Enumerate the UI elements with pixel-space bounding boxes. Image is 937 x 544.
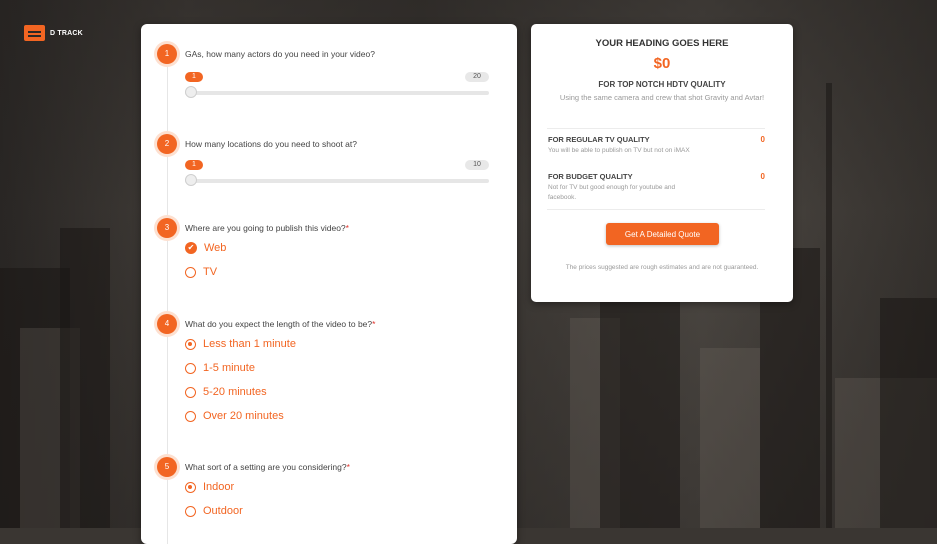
question-title: What sort of a setting are you consideri… — [185, 462, 350, 472]
option-label: Web — [204, 242, 227, 254]
slider-max-label: 20 — [465, 72, 489, 82]
radio-icon — [185, 362, 196, 374]
radio-selected-icon — [185, 481, 196, 493]
option-label: Indoor — [203, 481, 235, 493]
radio-icon — [185, 266, 196, 278]
option-outdoor[interactable]: Outdoor — [185, 505, 243, 517]
slider-handle[interactable] — [185, 86, 197, 98]
question-5: 5 What sort of a setting are you conside… — [157, 457, 493, 539]
option-web[interactable]: ✔ Web — [185, 242, 226, 254]
tier-description: Not for TV but good enough for youtube a… — [548, 184, 676, 201]
question-number: 5 — [157, 457, 177, 477]
option-label: TV — [203, 266, 218, 278]
question-4: 4 What do you expect the length of the v… — [157, 314, 493, 446]
quote-subheading: FOR TOP NOTCH HDTV QUALITY — [598, 80, 726, 89]
tier-price: 0 — [760, 135, 765, 144]
radio-icon — [185, 505, 196, 517]
quote-heading: YOUR HEADING GOES HERE — [595, 38, 729, 49]
logo-icon — [24, 25, 45, 41]
question-title: How many locations do you need to shoot … — [185, 139, 357, 149]
divider — [547, 209, 765, 210]
slider-min-label: 1 — [185, 72, 203, 82]
required-mark: * — [372, 319, 376, 329]
slider-max-label: 10 — [465, 160, 489, 170]
quote-price: $0 — [653, 55, 671, 72]
required-mark: * — [345, 223, 349, 233]
slider-track[interactable] — [185, 91, 489, 95]
questionnaire-card: 1 GAs, how many actors do you need in yo… — [141, 24, 517, 544]
question-number: 3 — [157, 218, 177, 238]
divider — [547, 128, 765, 129]
brand-name: D TRACK — [50, 29, 83, 37]
tier-description: You will be able to publish on TV but no… — [548, 147, 690, 154]
question-title: Where are you going to publish this vide… — [185, 223, 349, 233]
get-detailed-quote-button[interactable]: Get A Detailed Quote — [606, 223, 719, 245]
question-3: 3 Where are you going to publish this vi… — [157, 218, 493, 300]
quote-summary-card: YOUR HEADING GOES HERE $0 FOR TOP NOTCH … — [531, 24, 793, 302]
question-2: 2 How many locations do you need to shoo… — [157, 134, 493, 206]
question-number: 4 — [157, 314, 177, 334]
option-label: 5-20 minutes — [203, 386, 267, 398]
locations-slider[interactable]: 1 10 — [185, 160, 489, 190]
question-title: GAs, how many actors do you need in your… — [185, 49, 375, 59]
option-label: Outdoor — [203, 505, 243, 517]
option-1-5-minute[interactable]: 1-5 minute — [185, 362, 255, 374]
question-1: 1 GAs, how many actors do you need in yo… — [157, 44, 493, 116]
question-title: What do you expect the length of the vid… — [185, 319, 376, 329]
option-over-20-minutes[interactable]: Over 20 minutes — [185, 410, 284, 422]
required-mark: * — [346, 462, 350, 472]
option-indoor[interactable]: Indoor — [185, 481, 234, 493]
disclaimer-note: The prices suggested are rough estimates… — [565, 264, 759, 271]
radio-selected-icon — [185, 338, 196, 350]
radio-icon — [185, 386, 196, 398]
tier-name: FOR BUDGET QUALITY — [548, 172, 633, 181]
tier-name: FOR REGULAR TV QUALITY — [548, 135, 650, 144]
quote-description: Using the same camera and crew that shot… — [559, 93, 765, 102]
checkmark-icon: ✔ — [185, 242, 197, 254]
radio-icon — [185, 410, 196, 422]
brand-logo[interactable]: D TRACK — [24, 25, 83, 41]
tier-budget: FOR BUDGET QUALITY Not for TV but good e… — [548, 172, 765, 203]
option-tv[interactable]: TV — [185, 266, 217, 278]
tier-regular-tv: FOR REGULAR TV QUALITY You will be able … — [548, 135, 765, 156]
actors-slider[interactable]: 1 20 — [185, 72, 489, 102]
slider-handle[interactable] — [185, 174, 197, 186]
option-5-20-minutes[interactable]: 5-20 minutes — [185, 386, 267, 398]
question-number: 1 — [157, 44, 177, 64]
slider-track[interactable] — [185, 179, 489, 183]
slider-min-label: 1 — [185, 160, 203, 170]
option-less-than-1-minute[interactable]: Less than 1 minute — [185, 338, 296, 350]
option-label: Less than 1 minute — [203, 338, 296, 350]
option-label: Over 20 minutes — [203, 410, 284, 422]
question-number: 2 — [157, 134, 177, 154]
tier-price: 0 — [760, 172, 765, 181]
option-label: 1-5 minute — [203, 362, 255, 374]
